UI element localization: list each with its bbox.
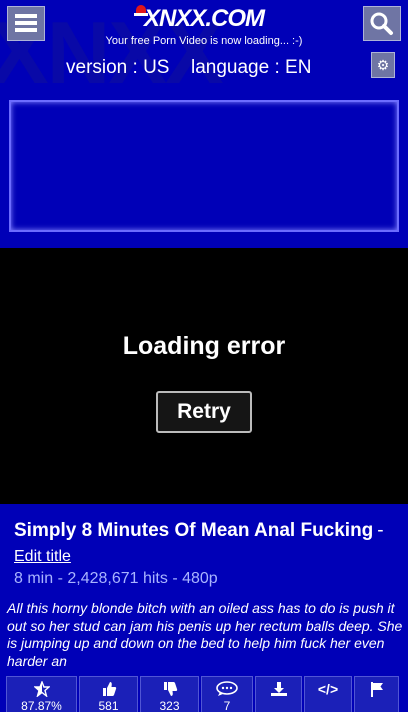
dislikes-count: 323 — [159, 699, 180, 712]
embed-button[interactable]: </> — [304, 676, 352, 712]
version-selector[interactable]: version : US — [66, 57, 169, 79]
video-player[interactable]: Loading error Retry — [0, 248, 408, 504]
top-bar: XNXX.COM Your free Porn Video is now loa… — [0, 0, 408, 50]
retry-button[interactable]: Retry — [156, 391, 252, 433]
video-title: Simply 8 Minutes Of Mean Anal Fucking — [14, 520, 374, 541]
ad-section — [0, 88, 408, 248]
gear-icon: ⚙ — [376, 57, 390, 73]
loading-tagline: Your free Porn Video is now loading... :… — [105, 35, 303, 47]
download-icon — [256, 681, 301, 697]
site-header: XNXX XNXX.COM Your free Porn Video is no… — [0, 0, 408, 88]
ad-placeholder — [9, 100, 399, 232]
player-error-message: Loading error — [122, 332, 286, 360]
comments-count: 7 — [223, 699, 231, 712]
video-description: All this horny blonde bitch with an oile… — [7, 600, 403, 669]
video-title-block: Simply 8 Minutes Of Mean Anal Fucking - E… — [14, 518, 394, 570]
comments-button[interactable]: 7 — [201, 676, 253, 712]
settings-button[interactable]: ⚙ — [371, 52, 395, 78]
search-icon — [370, 12, 393, 35]
edit-title-link[interactable]: Edit title — [14, 544, 394, 570]
rating-value: 87.87% — [21, 699, 62, 712]
comment-icon — [202, 681, 252, 697]
locale-row: version : US language : EN — [0, 57, 408, 79]
thumbs-up-icon — [80, 681, 137, 697]
dislike-button[interactable]: 323 — [140, 676, 199, 712]
search-button[interactable] — [363, 6, 401, 41]
embed-code-icon: </> — [317, 681, 339, 697]
download-button[interactable] — [255, 676, 302, 712]
site-logo[interactable]: XNXX.COM — [0, 5, 408, 33]
video-meta: 8 min - 2,428,671 hits - 480p — [14, 570, 218, 587]
likes-count: 581 — [98, 699, 119, 712]
language-selector[interactable]: language : EN — [191, 57, 311, 79]
report-button[interactable] — [354, 676, 399, 712]
title-separator: - — [377, 520, 384, 541]
action-bar: 87.87% 581 323 7 </> — [6, 676, 402, 712]
rating-button[interactable]: 87.87% — [6, 676, 77, 712]
flag-icon — [355, 681, 398, 697]
star-half-icon — [7, 680, 76, 698]
like-button[interactable]: 581 — [79, 676, 138, 712]
thumbs-down-icon — [141, 681, 198, 697]
